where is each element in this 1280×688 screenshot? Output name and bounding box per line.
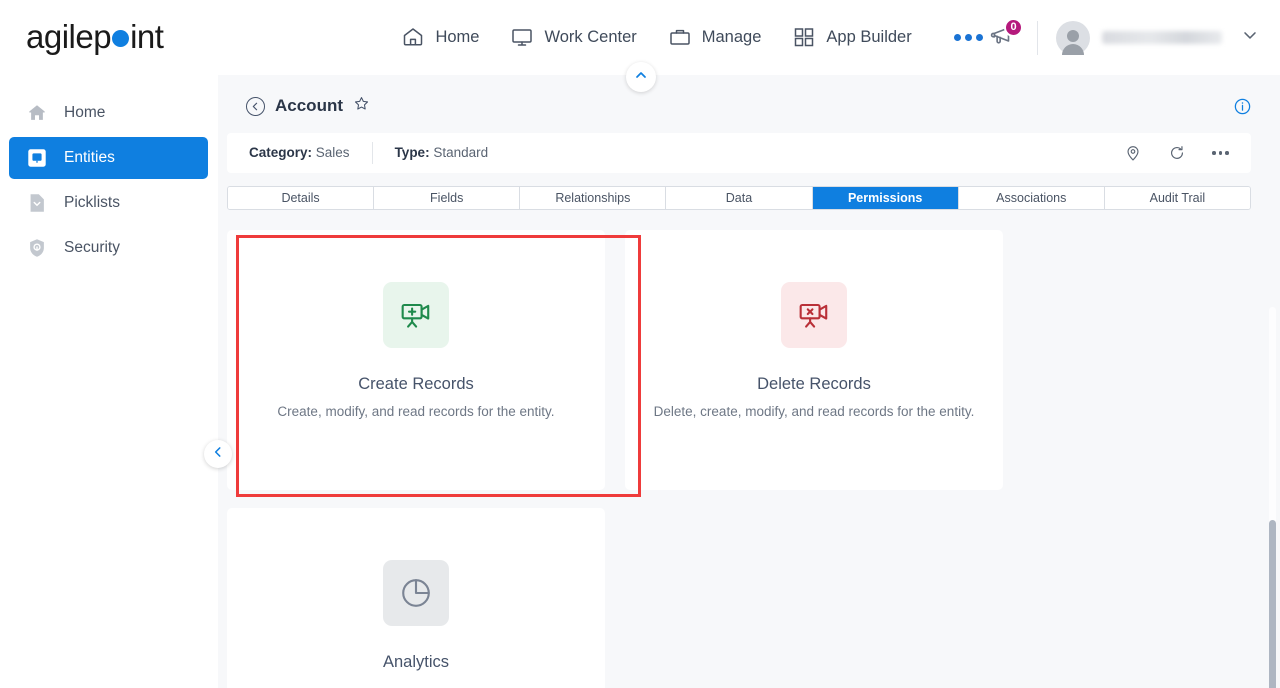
nav-item-home[interactable]: Home: [400, 25, 479, 49]
sidebar-item-home[interactable]: Home: [9, 92, 208, 134]
tab-details[interactable]: Details: [228, 187, 375, 209]
shield-icon: [26, 237, 48, 259]
entity-tabs: Details Fields Relationships Data Permis…: [227, 186, 1251, 210]
meta-category-value: Sales: [315, 145, 350, 160]
chevron-left-icon: [211, 445, 225, 464]
sidebar-item-picklists[interactable]: Picklists: [9, 182, 208, 224]
card-description: Create, modify, and read records for the…: [277, 404, 555, 419]
meta-category: Category: Sales: [227, 144, 372, 162]
tab-relationships[interactable]: Relationships: [520, 187, 667, 209]
card-row: Analytics: [227, 508, 1251, 688]
collapse-header-button[interactable]: [626, 62, 656, 92]
avatar[interactable]: [1056, 20, 1090, 55]
tab-permissions[interactable]: Permissions: [812, 187, 959, 209]
scrollbar-thumb[interactable]: [1269, 520, 1276, 688]
pie-chart-icon: [383, 560, 449, 626]
card-title: Create Records: [358, 375, 474, 393]
nav-label-work-center: Work Center: [544, 27, 637, 46]
top-navigation: Home Work Center Manage App Builder: [400, 25, 983, 49]
sidebar-item-security[interactable]: Security: [9, 227, 208, 269]
briefcase-icon: [667, 25, 693, 49]
meta-type: Type: Standard: [373, 144, 511, 162]
logo-text-post: int: [130, 18, 164, 55]
card-description: Delete, create, modify, and read records…: [653, 404, 975, 419]
tab-data[interactable]: Data: [666, 187, 813, 209]
nav-item-work-center[interactable]: Work Center: [509, 25, 637, 49]
card-row: Create Records Create, modify, and read …: [227, 230, 1251, 490]
meta-type-label: Type:: [394, 145, 430, 160]
sidebar-item-entities[interactable]: Entities: [9, 137, 208, 179]
permission-cards: Create Records Create, modify, and read …: [227, 230, 1251, 688]
top-bar-right: 0: [985, 0, 1260, 75]
more-horizontal-icon[interactable]: [1212, 151, 1229, 155]
page-title: Account: [275, 96, 343, 115]
sidebar-label-security: Security: [64, 239, 120, 256]
video-camera-plus-icon: [383, 282, 449, 348]
nav-label-manage: Manage: [701, 27, 762, 46]
tab-associations[interactable]: Associations: [958, 187, 1105, 209]
tab-fields[interactable]: Fields: [374, 187, 521, 209]
more-horizontal-icon[interactable]: [953, 33, 983, 41]
user-name: [1102, 31, 1222, 44]
refresh-icon[interactable]: [1168, 144, 1186, 162]
nav-label-home: Home: [435, 27, 480, 46]
sidebar-label-picklists: Picklists: [64, 194, 120, 211]
agilepoint-logo[interactable]: agilep int: [26, 18, 164, 56]
card-title: Analytics: [382, 653, 450, 671]
entity-meta-bar: Category: Sales Type: Standard: [227, 133, 1251, 173]
location-pin-icon[interactable]: [1124, 144, 1142, 162]
card-create-records[interactable]: Create Records Create, modify, and read …: [227, 230, 605, 490]
meta-toolbar: [1124, 144, 1251, 162]
monitor-icon: [509, 25, 535, 49]
nav-label-app-builder: App Builder: [826, 27, 912, 46]
home-icon: [400, 25, 426, 49]
logo-dot-icon: [112, 30, 130, 47]
star-icon[interactable]: [353, 95, 370, 117]
announcement-count-badge: 0: [1004, 17, 1023, 37]
nav-item-app-builder[interactable]: App Builder: [791, 25, 912, 49]
card-title: Delete Records: [757, 375, 871, 393]
picklist-icon: [26, 192, 48, 214]
arrow-left-circle-icon[interactable]: [246, 96, 265, 116]
sidebar-label-home: Home: [64, 104, 106, 121]
home-icon: [26, 102, 48, 124]
meta-type-value: Standard: [433, 145, 489, 160]
announcements-button[interactable]: 0: [985, 17, 1023, 55]
meta-category-label: Category:: [249, 145, 313, 160]
card-delete-records[interactable]: Delete Records Delete, create, modify, a…: [625, 230, 1003, 490]
grid-icon: [791, 25, 817, 49]
sidebar: Home Entities Picklists Security: [0, 75, 218, 688]
chevron-up-icon: [633, 67, 649, 88]
info-circle-icon[interactable]: [1233, 97, 1252, 121]
card-analytics[interactable]: Analytics: [227, 508, 605, 688]
nav-item-manage[interactable]: Manage: [667, 25, 762, 49]
sidebar-label-entities: Entities: [64, 149, 115, 166]
breadcrumb: Account: [246, 95, 370, 117]
main-content: Account Category: Sales Type: Standard D…: [204, 62, 1280, 688]
divider: [1037, 20, 1038, 55]
tab-audit-trail[interactable]: Audit Trail: [1104, 187, 1250, 209]
video-camera-x-icon: [781, 282, 847, 348]
logo-text-pre: agilep: [26, 18, 112, 55]
chevron-down-icon[interactable]: [1240, 25, 1260, 50]
sidebar-collapse-button[interactable]: [204, 440, 232, 468]
entities-icon: [26, 147, 48, 169]
